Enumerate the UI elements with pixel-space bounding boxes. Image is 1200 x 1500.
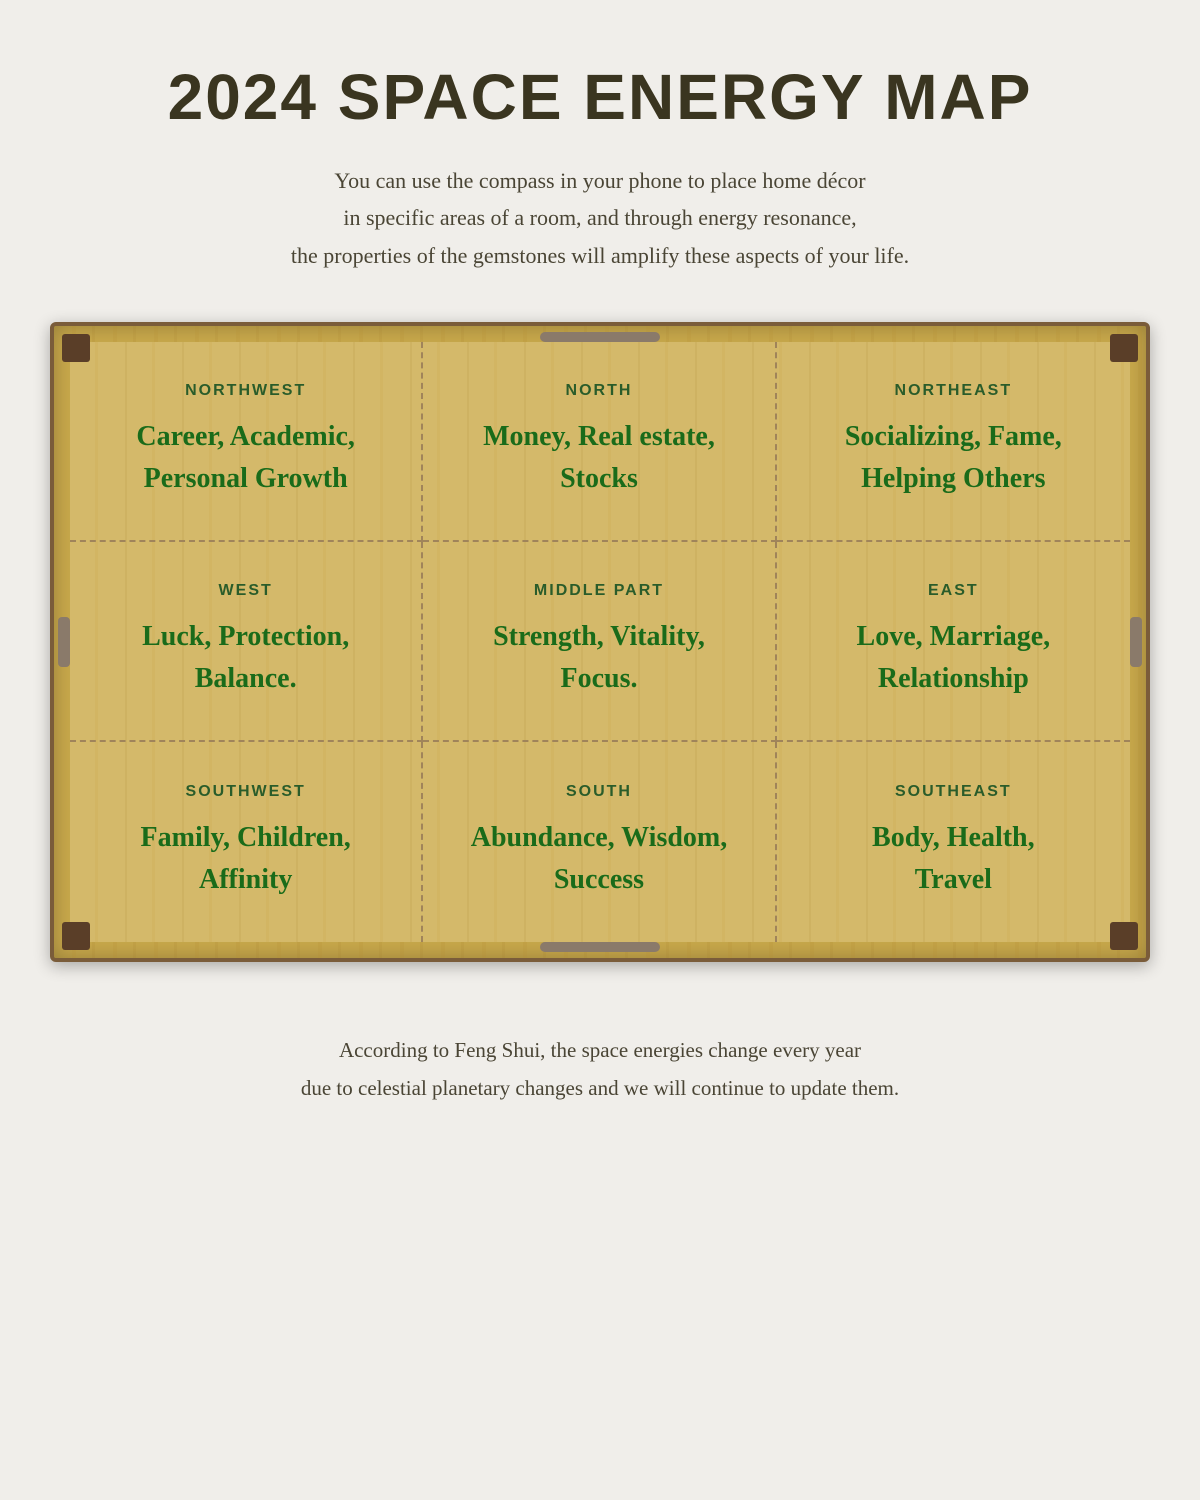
direction-middle: MIDDLE PART [534, 582, 664, 600]
direction-southeast: SOUTHEAST [895, 783, 1012, 801]
content-northeast-line2: Helping Others [861, 463, 1045, 494]
content-southeast-line1: Body, Health, [872, 822, 1035, 853]
content-southeast: Body, Health, Travel [872, 817, 1035, 901]
direction-northeast: NORTHEAST [895, 382, 1013, 400]
content-middle: Strength, Vitality, Focus. [493, 616, 705, 700]
cell-west: WEST Luck, Protection, Balance. [70, 542, 423, 742]
content-south: Abundance, Wisdom, Success [471, 817, 728, 901]
content-middle-line1: Strength, Vitality, [493, 621, 705, 652]
cell-middle: MIDDLE PART Strength, Vitality, Focus. [423, 542, 776, 742]
page-title: 2024 SPACE ENERGY MAP [168, 60, 1033, 134]
content-south-line1: Abundance, Wisdom, [471, 822, 728, 853]
rail-bottom [540, 942, 660, 952]
content-southwest-line2: Affinity [199, 864, 292, 895]
content-north: Money, Real estate, Stocks [483, 416, 715, 500]
footer-line2: due to celestial planetary changes and w… [301, 1076, 899, 1100]
content-northwest: Career, Academic, Personal Growth [136, 416, 355, 500]
wood-frame: NORTHWEST Career, Academic, Personal Gro… [50, 322, 1150, 962]
content-east-line2: Relationship [878, 663, 1029, 694]
handle-right [1130, 617, 1142, 667]
cell-north: NORTH Money, Real estate, Stocks [423, 342, 776, 542]
content-west-line2: Balance. [195, 663, 297, 694]
direction-south: SOUTH [566, 783, 632, 801]
content-west-line1: Luck, Protection, [142, 621, 349, 652]
footer-line1: According to Feng Shui, the space energi… [339, 1038, 861, 1062]
corner-top-right [1110, 334, 1138, 362]
corner-bottom-right [1110, 922, 1138, 950]
content-northeast-line1: Socializing, Fame, [845, 421, 1062, 452]
content-east: Love, Marriage, Relationship [857, 616, 1051, 700]
energy-grid: NORTHWEST Career, Academic, Personal Gro… [70, 342, 1130, 942]
corner-top-left [62, 334, 90, 362]
content-east-line1: Love, Marriage, [857, 621, 1051, 652]
subtitle-line3: the properties of the gemstones will amp… [291, 243, 909, 268]
wood-inner: NORTHWEST Career, Academic, Personal Gro… [70, 342, 1130, 942]
content-northwest-line2: Personal Growth [144, 463, 348, 494]
direction-west: WEST [219, 582, 273, 600]
subtitle-line2: in specific areas of a room, and through… [343, 205, 856, 230]
content-north-line2: Stocks [560, 463, 638, 494]
content-south-line2: Success [554, 864, 644, 895]
cell-southeast: SOUTHEAST Body, Health, Travel [777, 742, 1130, 942]
content-southeast-line2: Travel [915, 864, 992, 895]
cell-south: SOUTH Abundance, Wisdom, Success [423, 742, 776, 942]
direction-southwest: SOUTHWEST [186, 783, 306, 801]
direction-north: NORTH [566, 382, 633, 400]
content-northwest-line1: Career, Academic, [136, 421, 355, 452]
content-northeast: Socializing, Fame, Helping Others [845, 416, 1062, 500]
handle-left [58, 617, 70, 667]
subtitle: You can use the compass in your phone to… [291, 162, 909, 274]
corner-bottom-left [62, 922, 90, 950]
cell-east: EAST Love, Marriage, Relationship [777, 542, 1130, 742]
rail-top [540, 332, 660, 342]
content-middle-line2: Focus. [560, 663, 637, 694]
cell-northwest: NORTHWEST Career, Academic, Personal Gro… [70, 342, 423, 542]
content-southwest-line1: Family, Children, [141, 822, 351, 853]
cell-southwest: SOUTHWEST Family, Children, Affinity [70, 742, 423, 942]
content-west: Luck, Protection, Balance. [142, 616, 349, 700]
direction-east: EAST [928, 582, 979, 600]
direction-northwest: NORTHWEST [185, 382, 306, 400]
content-southwest: Family, Children, Affinity [141, 817, 351, 901]
cell-northeast: NORTHEAST Socializing, Fame, Helping Oth… [777, 342, 1130, 542]
subtitle-line1: You can use the compass in your phone to… [334, 168, 865, 193]
content-north-line1: Money, Real estate, [483, 421, 715, 452]
footer: According to Feng Shui, the space energi… [301, 1032, 899, 1108]
